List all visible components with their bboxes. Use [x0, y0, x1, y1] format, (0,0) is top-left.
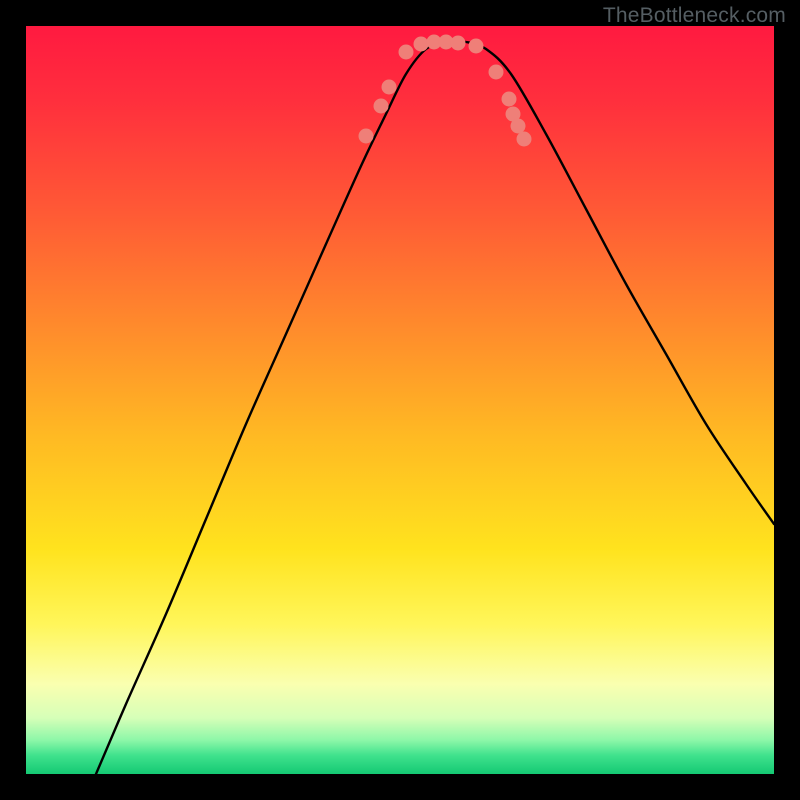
curve-marker	[511, 119, 526, 134]
plot-area	[26, 26, 774, 774]
curve-marker	[382, 80, 397, 95]
curve-marker	[414, 37, 429, 52]
curve-marker	[451, 36, 466, 51]
curve-marker	[374, 99, 389, 114]
curve-marker	[399, 45, 414, 60]
bottleneck-curve	[26, 26, 774, 774]
watermark-text: TheBottleneck.com	[603, 4, 786, 28]
chart-frame: TheBottleneck.com	[0, 0, 800, 800]
curve-marker	[517, 132, 532, 147]
curve-marker	[469, 39, 484, 54]
curve-marker	[502, 92, 517, 107]
curve-marker	[489, 65, 504, 80]
curve-marker	[359, 129, 374, 144]
